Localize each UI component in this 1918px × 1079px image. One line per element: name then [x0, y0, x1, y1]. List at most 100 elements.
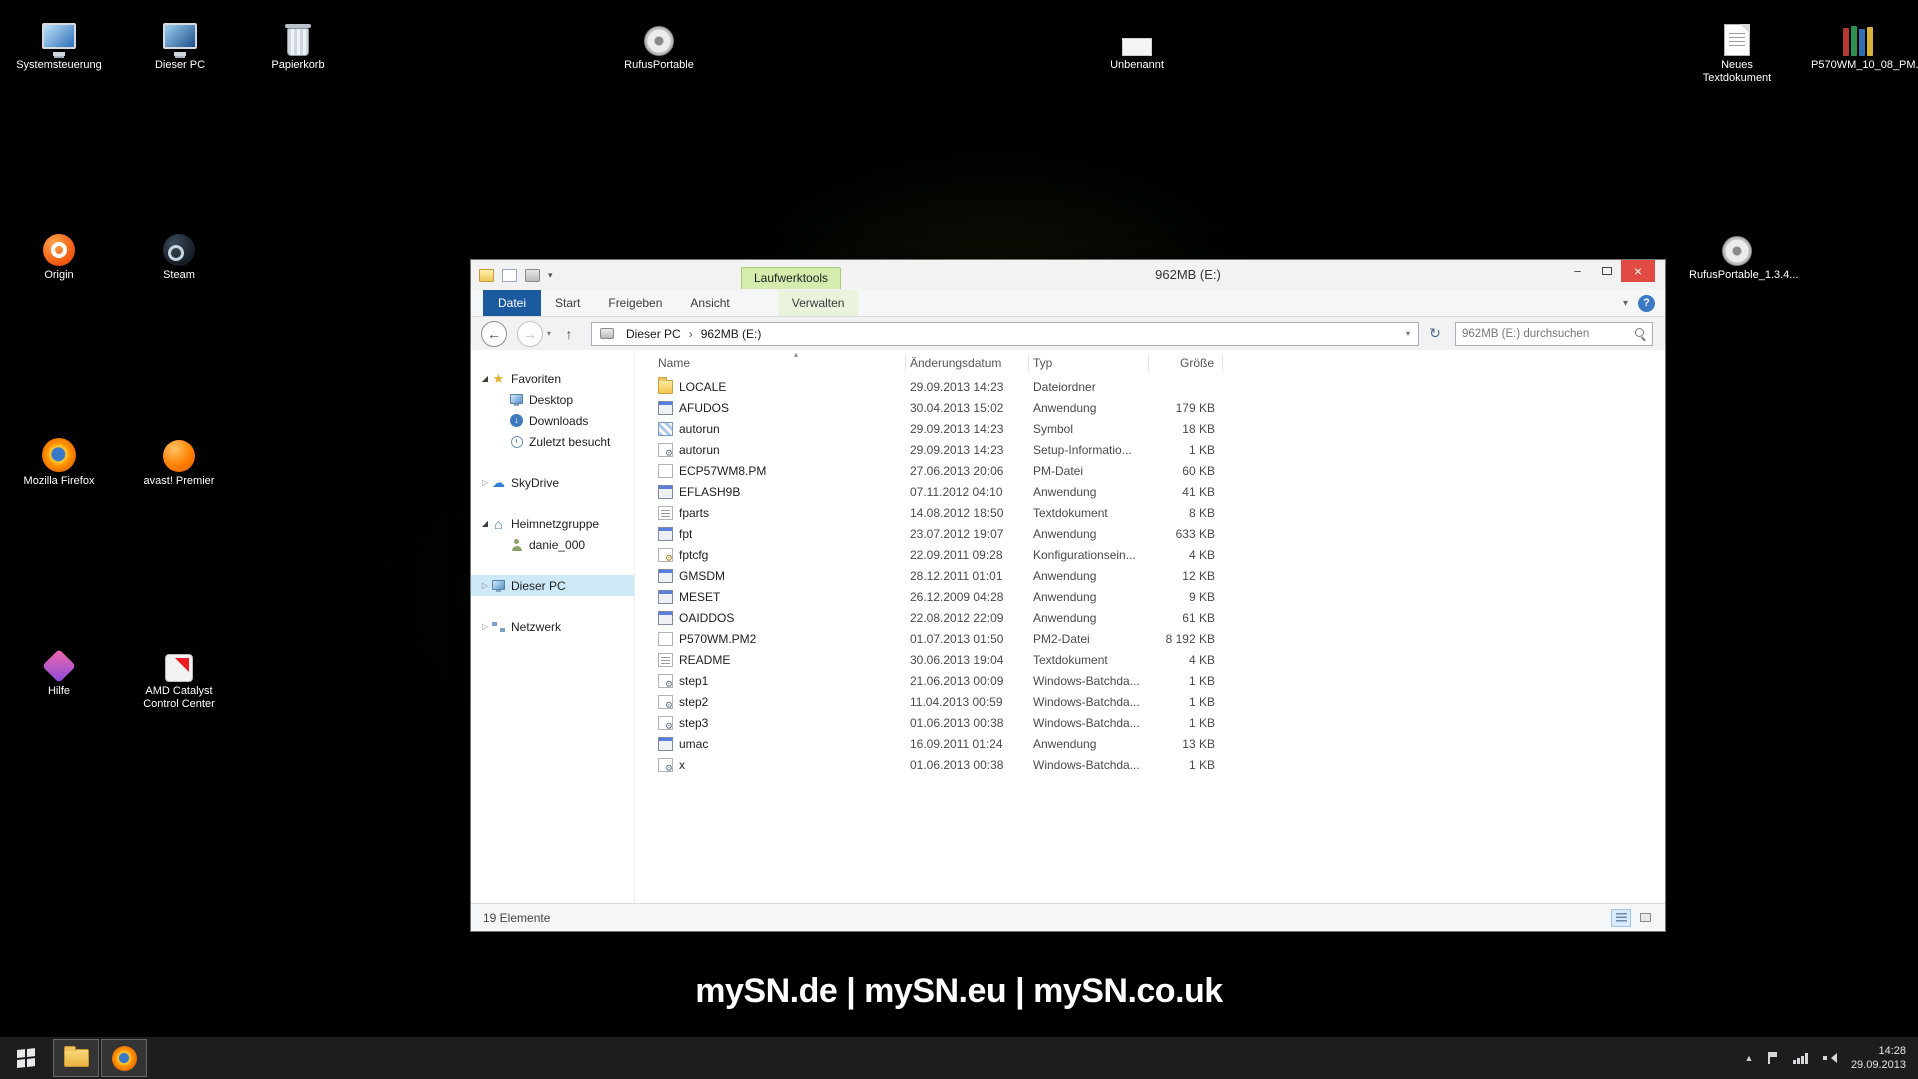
- expand-triangle-icon[interactable]: ◢: [479, 374, 491, 383]
- tab-ansicht[interactable]: Ansicht: [676, 290, 743, 316]
- file-date: 29.09.2013 14:23: [910, 442, 1004, 457]
- file-type: Windows-Batchda...: [1033, 673, 1140, 688]
- wallpaper-brand-text: mySN.de | mySN.eu | mySN.co.uk: [695, 972, 1223, 1010]
- breadcrumb-drive-e[interactable]: 962MB (E:): [695, 327, 768, 341]
- taskbar-item-explorer[interactable]: [53, 1039, 99, 1077]
- file-row[interactable]: autorun 29.09.2013 14:23 Symbol 18 KB: [635, 418, 1665, 439]
- file-row[interactable]: fpt 23.07.2012 19:07 Anwendung 633 KB: [635, 523, 1665, 544]
- file-row[interactable]: LOCALE 29.09.2013 14:23 Dateiordner: [635, 376, 1665, 397]
- file-row[interactable]: OAIDDOS 22.08.2012 22:09 Anwendung 61 KB: [635, 607, 1665, 628]
- file-row[interactable]: x 01.06.2013 00:38 Windows-Batchda... 1 KB: [635, 754, 1665, 775]
- maximize-button[interactable]: [1592, 260, 1621, 282]
- file-type: Setup-Informatio...: [1033, 442, 1132, 457]
- taskbar-item-firefox[interactable]: [101, 1039, 147, 1077]
- file-row[interactable]: MESET 26.12.2009 04:28 Anwendung 9 KB: [635, 586, 1665, 607]
- file-row[interactable]: autorun 29.09.2013 14:23 Setup-Informatio.…: [635, 439, 1665, 460]
- qat-customize-dropdown-icon[interactable]: ▾: [548, 270, 553, 281]
- forward-button[interactable]: →: [517, 320, 543, 347]
- file-row[interactable]: step3 01.06.2013 00:38 Windows-Batchda... 1…: [635, 712, 1665, 733]
- file-name: fptcfg: [679, 547, 709, 562]
- sidebar-item-dieser-pc[interactable]: ▷ Dieser PC: [471, 575, 634, 596]
- text-document-icon: [1724, 24, 1750, 56]
- action-center-flag-icon[interactable]: [1768, 1052, 1778, 1064]
- breadcrumb-dieser-pc[interactable]: Dieser PC: [620, 327, 687, 341]
- desktop-icon-papierkorb[interactable]: Papierkorb: [250, 12, 346, 72]
- file-row[interactable]: fptcfg 22.09.2011 09:28 Konfigurationsein.…: [635, 544, 1665, 565]
- sidebar-item-zuletzt-besucht[interactable]: Zuletzt besucht: [471, 431, 634, 452]
- desktop-icon-unbenannt[interactable]: Unbenannt: [1089, 12, 1185, 72]
- column-header-name[interactable]: ▴ Name: [654, 350, 906, 371]
- qat-new-folder-icon[interactable]: [525, 268, 540, 282]
- user-icon: [511, 538, 523, 551]
- desktop-icon-label: Hilfe: [47, 685, 70, 697]
- minimize-button[interactable]: −: [1563, 260, 1592, 282]
- tab-verwalten[interactable]: Verwalten: [777, 290, 859, 316]
- column-header-type[interactable]: Typ: [1029, 355, 1149, 371]
- search-input[interactable]: [1462, 327, 1636, 340]
- search-box[interactable]: [1455, 321, 1654, 346]
- sidebar-group-heimnetzgruppe[interactable]: ◢ ⌂ Heimnetzgruppe: [471, 513, 634, 534]
- column-header-size[interactable]: Größe: [1149, 355, 1223, 371]
- network-signal-icon[interactable]: [1793, 1052, 1808, 1064]
- file-row[interactable]: AFUDOS 30.04.2013 15:02 Anwendung 179 KB: [635, 397, 1665, 418]
- file-row[interactable]: ECP57WM8.PM 27.06.2013 20:06 PM-Datei 60 KB: [635, 460, 1665, 481]
- desktop-icon-amd-catalyst[interactable]: AMD Catalyst Control Center: [131, 638, 227, 711]
- file-type: PM2-Datei: [1033, 631, 1090, 646]
- ribbon-tab-row: Datei Start Freigeben Ansicht Verwalten …: [471, 290, 1665, 317]
- desktop-icon-origin[interactable]: Origin: [11, 222, 107, 282]
- sidebar-item-netzwerk[interactable]: ▷ Netzwerk: [471, 616, 634, 637]
- up-button[interactable]: ↑: [557, 322, 581, 346]
- file-row[interactable]: README 30.06.2013 19:04 Textdokument 4 KB: [635, 649, 1665, 670]
- desktop-icon-dieser-pc[interactable]: Dieser PC: [132, 12, 228, 72]
- desktop-icon-p570wm-archive[interactable]: P570WM_10_08_PM...: [1811, 12, 1918, 72]
- file-name: README: [679, 652, 731, 667]
- sidebar-label: Zuletzt besucht: [529, 434, 611, 449]
- desktop-icon-steam[interactable]: Steam: [131, 222, 227, 282]
- desktop-icon-hilfe[interactable]: Hilfe: [11, 638, 107, 698]
- address-dropdown-icon[interactable]: ▾: [1406, 329, 1414, 338]
- sidebar-group-favoriten[interactable]: ◢ ★ Favoriten: [471, 368, 634, 389]
- column-header-date[interactable]: Änderungsdatum: [906, 355, 1029, 371]
- file-row[interactable]: P570WM.PM2 01.07.2013 01:50 PM2-Datei 8 192…: [635, 628, 1665, 649]
- context-tab-group-laufwerktools[interactable]: Laufwerktools: [741, 267, 842, 289]
- tab-start[interactable]: Start: [541, 290, 594, 316]
- title-bar[interactable]: ▾ Laufwerktools 962MB (E:) − ×: [471, 260, 1665, 290]
- desktop-icon-firefox[interactable]: Mozilla Firefox: [11, 428, 107, 488]
- file-row[interactable]: EFLASH9B 07.11.2012 04:10 Anwendung 41 KB: [635, 481, 1665, 502]
- refresh-icon[interactable]: ↻: [1423, 322, 1447, 346]
- large-icons-view-button[interactable]: [1635, 909, 1655, 927]
- back-button[interactable]: ←: [481, 320, 507, 347]
- expand-triangle-icon[interactable]: ◢: [479, 519, 491, 528]
- breadcrumb[interactable]: Dieser PC › 962MB (E:) ▾: [591, 321, 1420, 346]
- show-hidden-icons-chevron[interactable]: ▲: [1745, 1053, 1754, 1063]
- desktop-icon-systemsteuerung[interactable]: Systemsteuerung: [11, 12, 107, 72]
- close-button[interactable]: ×: [1621, 260, 1655, 282]
- help-icon[interactable]: ?: [1638, 294, 1655, 312]
- file-row[interactable]: umac 16.09.2011 01:24 Anwendung 13 KB: [635, 733, 1665, 754]
- file-row[interactable]: step2 11.04.2013 00:59 Windows-Batchda... 1…: [635, 691, 1665, 712]
- tab-datei[interactable]: Datei: [483, 290, 542, 316]
- file-row[interactable]: step1 21.06.2013 00:09 Windows-Batchda... 1…: [635, 670, 1665, 691]
- breadcrumb-separator-icon[interactable]: ›: [687, 327, 695, 341]
- details-view-button[interactable]: [1611, 908, 1631, 927]
- expand-triangle-icon[interactable]: ▷: [479, 581, 491, 590]
- desktop-icon-label: Steam: [163, 269, 195, 281]
- sidebar-item-desktop[interactable]: Desktop: [471, 389, 634, 410]
- start-button[interactable]: [0, 1037, 52, 1079]
- taskbar-clock[interactable]: 14:28 29.09.2013: [1851, 1044, 1906, 1072]
- file-row[interactable]: GMSDM 28.12.2011 01:01 Anwendung 12 KB: [635, 565, 1665, 586]
- desktop-icon-rufusportable-134[interactable]: RufusPortable_1.3.4...: [1689, 222, 1798, 282]
- desktop-icon-rufusportable[interactable]: RufusPortable: [611, 12, 707, 72]
- desktop-icon-avast[interactable]: avast! Premier: [131, 428, 227, 488]
- app-file-icon: [658, 526, 673, 541]
- desktop-icon-neues-textdokument[interactable]: Neues Textdokument: [1689, 12, 1785, 85]
- qat-properties-icon[interactable]: [502, 268, 517, 282]
- file-row[interactable]: fparts 14.08.2012 18:50 Textdokument 8 KB: [635, 502, 1665, 523]
- ribbon-expand-icon[interactable]: ▾: [1623, 298, 1628, 309]
- recent-locations-dropdown-icon[interactable]: ▾: [547, 329, 551, 338]
- sidebar-item-skydrive[interactable]: ▷ ☁ SkyDrive: [471, 472, 634, 493]
- sidebar-item-danie-000[interactable]: danie_000: [471, 534, 634, 555]
- volume-icon[interactable]: [1822, 1052, 1837, 1064]
- sidebar-item-downloads[interactable]: ↓ Downloads: [471, 410, 634, 431]
- tab-freigeben[interactable]: Freigeben: [594, 290, 676, 316]
